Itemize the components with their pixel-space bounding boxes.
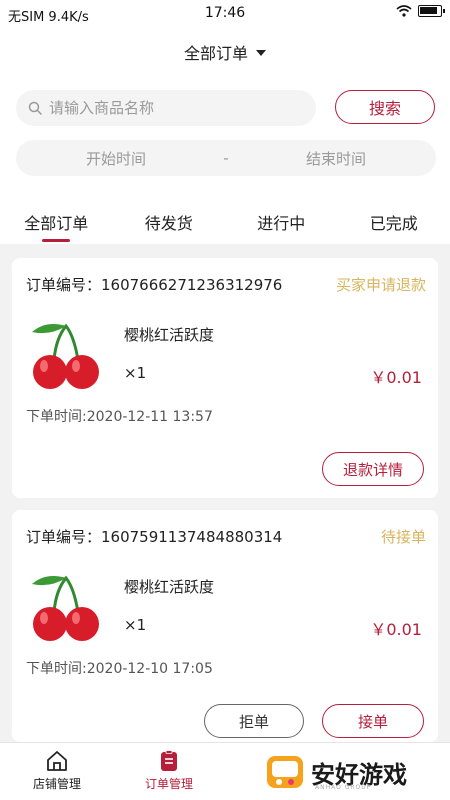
order-tabs: 全部订单 待发货 进行中 已完成 bbox=[0, 196, 450, 244]
battery-icon bbox=[418, 5, 445, 17]
watermark-subtext: ANHAO GROUP bbox=[315, 784, 372, 791]
product-price: ￥0.01 bbox=[370, 368, 422, 387]
order-number: 订单编号：1607666271236312976 bbox=[26, 276, 283, 294]
order-card[interactable]: 订单编号：1607666271236312976 买家申请退款 樱桃红活跃度 ×… bbox=[12, 258, 438, 498]
product-name: 樱桃红活跃度 bbox=[124, 578, 215, 596]
status-icons bbox=[396, 5, 445, 17]
tab-in-progress[interactable]: 进行中 bbox=[225, 196, 338, 244]
accept-order-button[interactable]: 接单 bbox=[322, 704, 424, 738]
clock: 17:46 bbox=[204, 5, 246, 21]
nav-label: 订单管理 bbox=[144, 777, 193, 791]
refund-details-button[interactable]: 退款详情 bbox=[322, 452, 424, 486]
cherry-icon bbox=[32, 575, 99, 641]
search-input[interactable] bbox=[49, 99, 289, 117]
search-icon bbox=[28, 101, 43, 115]
page-title: 全部订单 bbox=[183, 44, 248, 63]
product-name: 樱桃红活跃度 bbox=[124, 326, 215, 344]
product-quantity: ×1 bbox=[124, 364, 147, 382]
wifi-icon bbox=[396, 5, 412, 17]
header: 全部订单 搜索 开始时间 - 结束时间 bbox=[0, 28, 450, 196]
order-status: 买家申请退款 bbox=[335, 276, 426, 294]
reject-order-button[interactable]: 拒单 bbox=[204, 704, 304, 738]
tab-pending-shipment[interactable]: 待发货 bbox=[113, 196, 226, 244]
tab-completed[interactable]: 已完成 bbox=[338, 196, 450, 244]
product-price: ￥0.01 bbox=[370, 620, 422, 639]
range-separator: - bbox=[223, 149, 229, 167]
cherry-icon bbox=[32, 323, 99, 389]
product-quantity: ×1 bbox=[124, 616, 147, 634]
nav-label: 店铺管理 bbox=[32, 777, 81, 791]
gamepad-logo-icon bbox=[267, 756, 303, 788]
date-range: 开始时间 - 结束时间 bbox=[16, 140, 436, 176]
nav-item-store-management[interactable]: 店铺管理 bbox=[12, 749, 102, 792]
order-time: 下单时间:2020-12-10 17:05 bbox=[26, 661, 213, 677]
search-button[interactable]: 搜索 bbox=[335, 90, 435, 124]
end-time-field[interactable]: 结束时间 bbox=[236, 148, 436, 169]
order-number: 订单编号：1607591137484880314 bbox=[26, 528, 283, 546]
order-list-icon bbox=[161, 750, 177, 771]
status-bar: 无SIM 9.4K/s 17:46 bbox=[0, 0, 450, 28]
search-box bbox=[16, 90, 316, 126]
order-filter-dropdown[interactable]: 全部订单 bbox=[0, 40, 450, 64]
order-status: 待接单 bbox=[380, 528, 426, 546]
order-time: 下单时间:2020-12-11 13:57 bbox=[26, 409, 213, 425]
order-card[interactable]: 订单编号：1607591137484880314 待接单 樱桃红活跃度 ×1 ￥… bbox=[12, 510, 438, 742]
start-time-field[interactable]: 开始时间 bbox=[16, 148, 216, 169]
nav-item-order-management[interactable]: 订单管理 bbox=[124, 749, 214, 792]
watermark: 安好游戏 ANHAO GROUP bbox=[265, 748, 445, 796]
caret-down-icon bbox=[256, 50, 266, 56]
tab-all-orders[interactable]: 全部订单 bbox=[0, 196, 113, 244]
home-icon bbox=[47, 751, 67, 771]
